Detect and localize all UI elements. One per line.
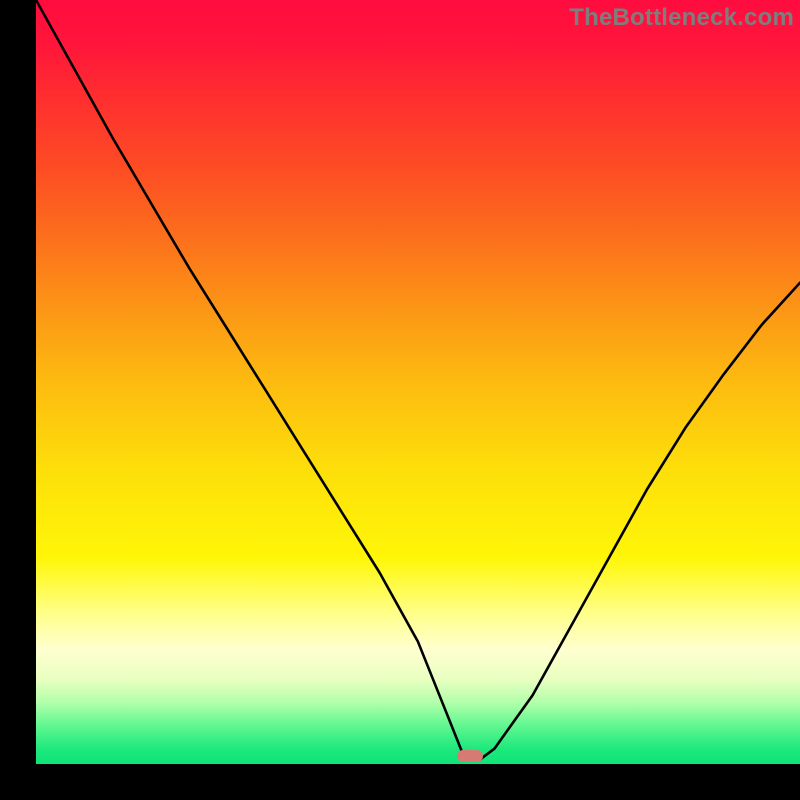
watermark-text: TheBottleneck.com xyxy=(569,4,794,32)
minimum-marker xyxy=(457,750,483,762)
plot-area xyxy=(36,0,800,764)
bottleneck-curve xyxy=(36,0,800,764)
chart-frame: TheBottleneck.com xyxy=(0,0,800,800)
